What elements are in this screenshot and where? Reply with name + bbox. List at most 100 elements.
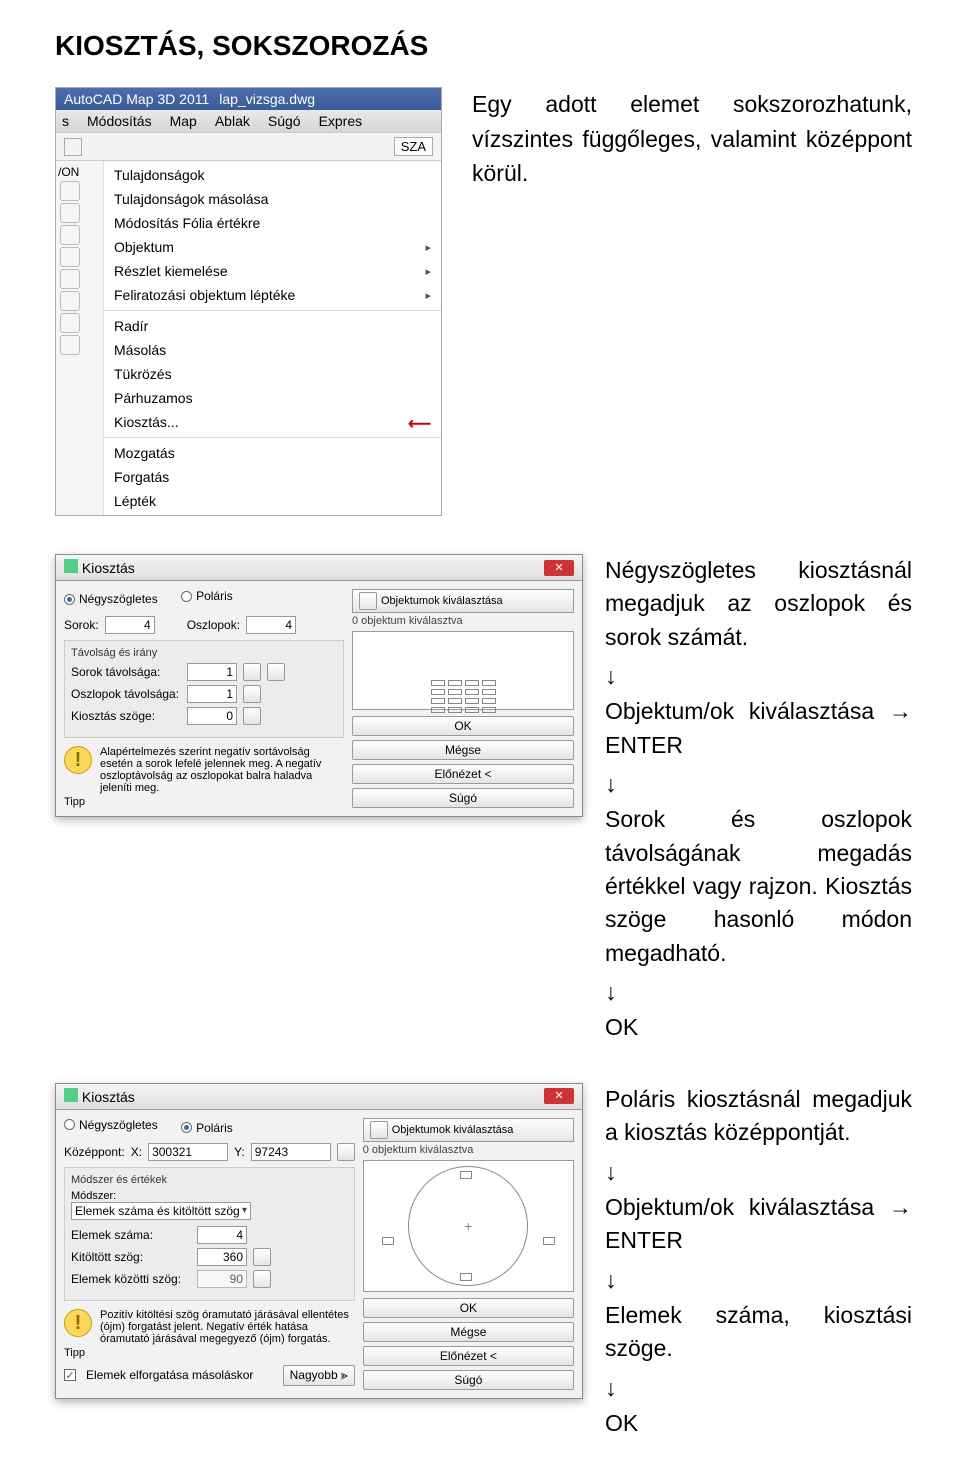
row-polar-array: Kiosztás ✕ Négyszögletes Poláris Középpo… (55, 1083, 912, 1440)
center-x-label: X: (131, 1145, 142, 1159)
menu-option[interactable]: Tulajdonságok (104, 163, 441, 187)
rotate-items-label: Elemek elforgatása másoláskor (86, 1368, 253, 1382)
warning-icon: ! (64, 746, 92, 774)
pick-point-icon[interactable] (253, 1248, 271, 1266)
row-intro: AutoCAD Map 3D 2011 lap_vizsga.dwg s Mód… (55, 87, 912, 516)
fill-angle-input[interactable]: 360 (197, 1248, 247, 1266)
menu-screenshot: AutoCAD Map 3D 2011 lap_vizsga.dwg s Mód… (55, 87, 442, 516)
app-titlebar: AutoCAD Map 3D 2011 lap_vizsga.dwg (56, 88, 441, 110)
cancel-button[interactable]: Mégse (363, 1322, 574, 1342)
radio-polar[interactable]: Poláris (181, 589, 233, 603)
ribbon: SZA (56, 132, 441, 161)
app-icon (64, 1088, 78, 1102)
distance-group: Távolság és irány Sorok távolsága:1 Oszl… (64, 640, 344, 738)
arrow-down: ↓ (605, 976, 912, 1009)
menu-item[interactable]: Súgó (268, 113, 301, 129)
select-objects-button[interactable]: Objektumok kiválasztása (363, 1118, 574, 1142)
menu-option[interactable]: Tulajdonságok másolása (104, 187, 441, 211)
center-x-input[interactable]: 300321 (148, 1143, 228, 1161)
menu-item[interactable]: Expres (319, 113, 363, 129)
rows-input[interactable]: 4 (105, 616, 155, 634)
method-dropdown[interactable]: Elemek száma és kitöltött szög (71, 1202, 251, 1220)
rotate-icon[interactable] (60, 313, 80, 333)
dialog-titlebar[interactable]: Kiosztás ✕ (56, 1084, 582, 1110)
radio-rectangular[interactable]: Négyszögletes (64, 1118, 158, 1132)
cols-input[interactable]: 4 (246, 616, 296, 634)
array-dialog-polar: Kiosztás ✕ Négyszögletes Poláris Középpo… (55, 1083, 583, 1399)
menu-option[interactable]: Másolás (104, 338, 441, 362)
eraser-icon[interactable] (60, 181, 80, 201)
preview-panel: + (363, 1160, 574, 1292)
select-objects-button[interactable]: Objektumok kiválasztása (352, 589, 574, 613)
dropdown-list: Tulajdonságok Tulajdonságok másolása Mód… (104, 161, 441, 515)
page-title: KIOSZTÁS, SOKSZOROZÁS (55, 30, 912, 62)
warning-icon: ! (64, 1309, 92, 1337)
menu-option[interactable]: Lépték (104, 489, 441, 513)
pick-point-icon[interactable] (243, 685, 261, 703)
tip-label: Tipp (64, 796, 344, 808)
menu-item[interactable]: Map (170, 113, 197, 129)
arrow-indicator-icon: ⟵ (408, 414, 431, 434)
group-title: Távolság és irány (71, 647, 337, 659)
more-button[interactable]: Nagyobb ⪢ (283, 1365, 355, 1386)
close-icon[interactable]: ✕ (544, 1088, 574, 1104)
tool-icon[interactable] (64, 138, 82, 156)
menu-option[interactable]: Radír (104, 314, 441, 338)
pick-point-icon[interactable] (253, 1270, 271, 1288)
menu-option[interactable]: Módosítás Fólia értékre (104, 211, 441, 235)
menu-item[interactable]: Ablak (215, 113, 250, 129)
between-angle-input[interactable]: 90 (197, 1270, 247, 1288)
method-sublabel: Módszer: (71, 1190, 348, 1202)
col-spacing-input[interactable]: 1 (187, 685, 237, 703)
polar-text-2: Objektum/ok kiválasztása → ENTER (605, 1191, 912, 1258)
menu-option[interactable]: Tükrözés (104, 362, 441, 386)
rect-text-2: Objektum/ok kiválasztása → ENTER (605, 695, 912, 762)
arrow-down: ↓ (605, 768, 912, 801)
dialog-title: Kiosztás (82, 560, 135, 576)
pick-point-icon[interactable] (337, 1143, 355, 1161)
mirror-icon[interactable] (60, 225, 80, 245)
center-y-input[interactable]: 97243 (251, 1143, 331, 1161)
help-button[interactable]: Súgó (352, 788, 574, 808)
ok-button[interactable]: OK (352, 716, 574, 736)
pick-point-icon[interactable] (267, 663, 285, 681)
radio-rectangular[interactable]: Négyszögletes (64, 592, 158, 606)
copy-icon[interactable] (60, 203, 80, 223)
menu-bar: s Módosítás Map Ablak Súgó Expres (56, 110, 441, 132)
rotate-items-checkbox[interactable] (64, 1369, 76, 1381)
row-spacing-label: Sorok távolsága: (71, 665, 181, 679)
ok-button[interactable]: OK (363, 1298, 574, 1318)
row-rect-array: Kiosztás ✕ Négyszögletes Poláris Sorok: … (55, 554, 912, 1045)
move-icon[interactable] (60, 291, 80, 311)
offset-icon[interactable] (60, 247, 80, 267)
angle-input[interactable]: 0 (187, 707, 237, 725)
pick-point-icon[interactable] (243, 663, 261, 681)
items-count-label: Elemek száma: (71, 1228, 191, 1242)
menu-option[interactable]: Forgatás (104, 465, 441, 489)
menu-option[interactable]: Részlet kiemelése (104, 259, 441, 283)
radio-polar[interactable]: Poláris (181, 1121, 233, 1135)
help-button[interactable]: Súgó (363, 1370, 574, 1390)
preview-button[interactable]: Előnézet < (352, 764, 574, 784)
angle-label: Kiosztás szöge: (71, 709, 181, 723)
menu-option[interactable]: Mozgatás (104, 441, 441, 465)
row-spacing-input[interactable]: 1 (187, 663, 237, 681)
scale-icon[interactable] (60, 335, 80, 355)
menu-option[interactable]: Feliratozási objektum léptéke (104, 283, 441, 307)
menu-option[interactable]: Párhuzamos (104, 386, 441, 410)
cancel-button[interactable]: Mégse (352, 740, 574, 760)
dialog-titlebar[interactable]: Kiosztás ✕ (56, 555, 582, 581)
close-icon[interactable]: ✕ (544, 560, 574, 576)
array-icon[interactable] (60, 269, 80, 289)
dialog-title: Kiosztás (82, 1089, 135, 1105)
rect-text-ok: OK (605, 1011, 912, 1044)
menu-option-highlighted[interactable]: Kiosztás... ⟵ (104, 410, 441, 434)
menu-item[interactable]: s (62, 113, 69, 129)
items-count-input[interactable]: 4 (197, 1226, 247, 1244)
pick-point-icon[interactable] (243, 707, 261, 725)
group-title: Módszer és értékek (71, 1174, 348, 1186)
menu-option[interactable]: Objektum (104, 235, 441, 259)
file-name: lap_vizsga.dwg (219, 91, 315, 107)
menu-item[interactable]: Módosítás (87, 113, 152, 129)
preview-button[interactable]: Előnézet < (363, 1346, 574, 1366)
